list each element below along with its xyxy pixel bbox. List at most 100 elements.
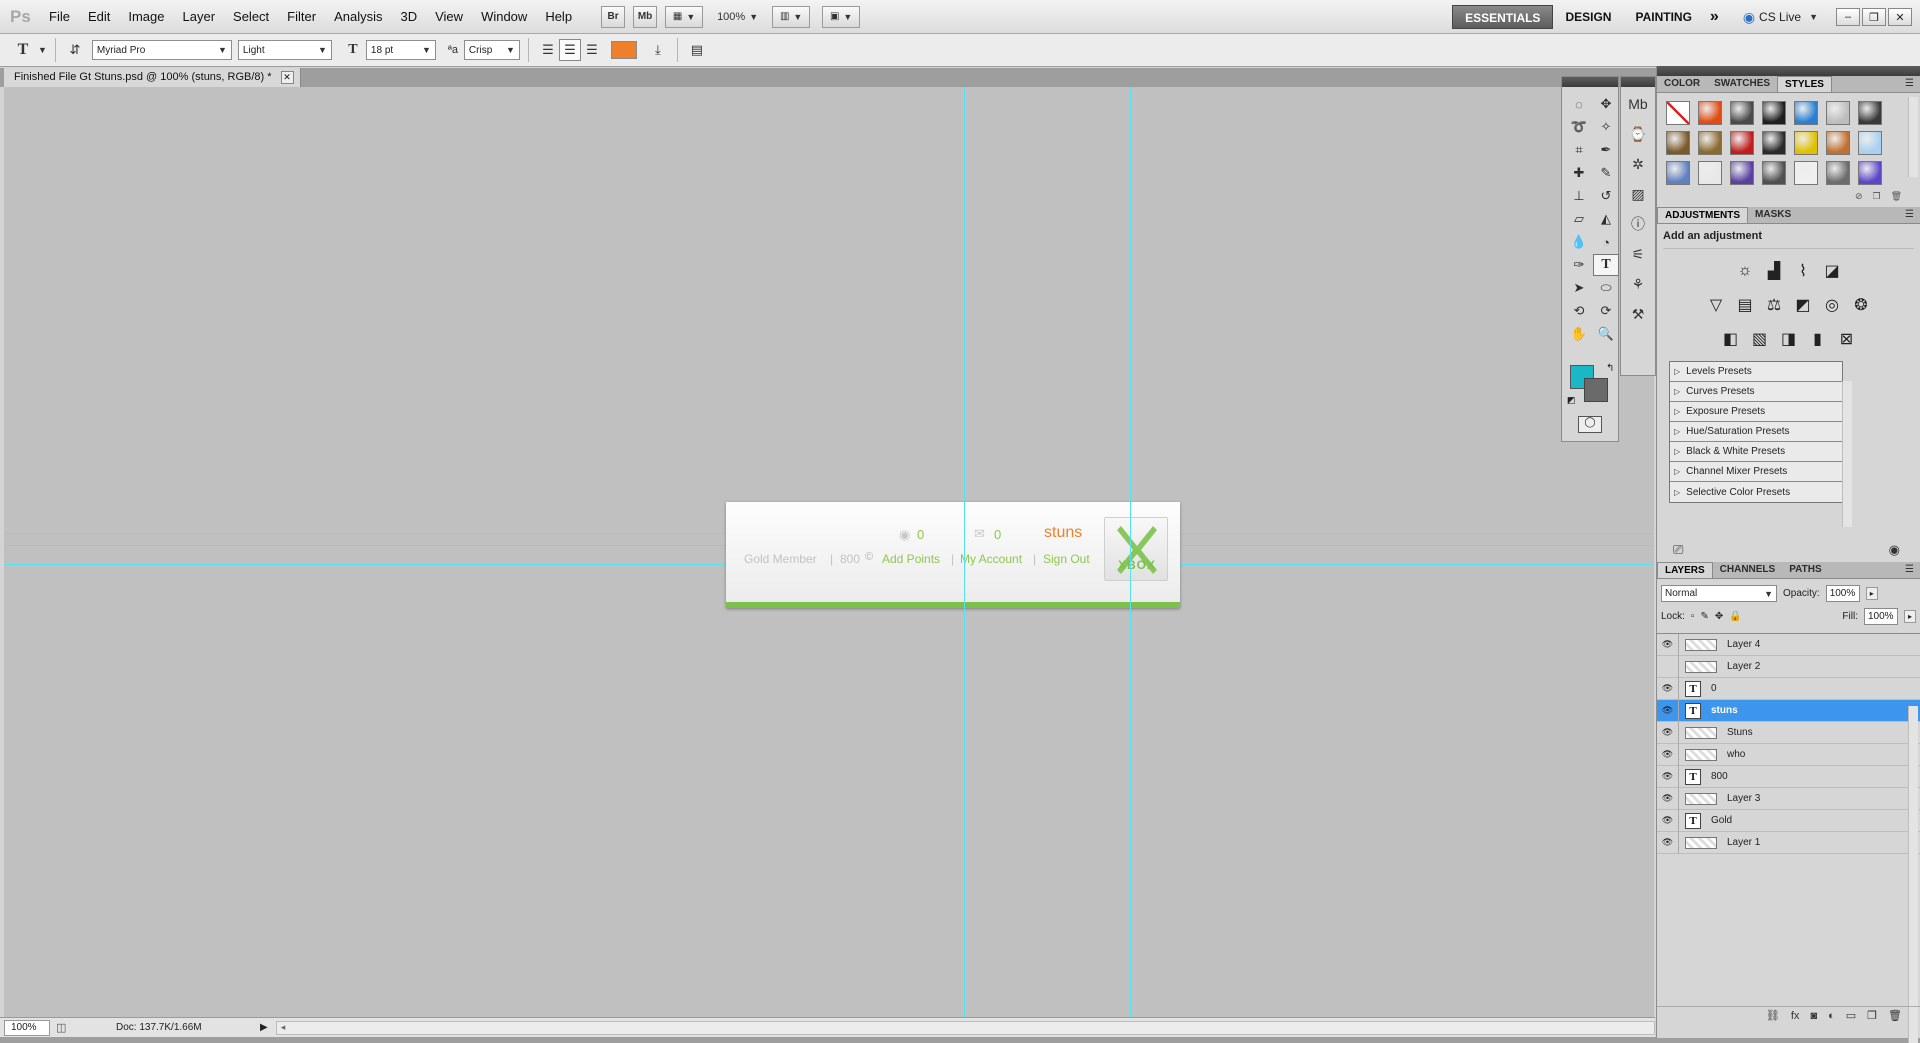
- clip-to-layer-icon[interactable]: ⎚: [1673, 542, 1683, 558]
- posterize-icon[interactable]: ▧: [1748, 327, 1772, 351]
- tab-color[interactable]: COLOR: [1657, 76, 1707, 92]
- view-previous-state-icon[interactable]: ◉: [1889, 542, 1900, 558]
- style-swatch[interactable]: [1730, 161, 1754, 185]
- style-swatch[interactable]: [1698, 101, 1722, 125]
- tool-presets-icon[interactable]: ⚒: [1622, 301, 1654, 327]
- brush-tool-icon[interactable]: ✎: [1593, 162, 1619, 184]
- eraser-tool-icon[interactable]: ▱: [1566, 208, 1592, 230]
- delete-layer-icon[interactable]: 🗑: [1888, 1009, 1902, 1022]
- shape-tool-icon[interactable]: ⬭: [1593, 277, 1619, 299]
- 3d-rotate-tool-icon[interactable]: ⟲: [1566, 300, 1592, 322]
- preset-black-white[interactable]: ▷ Black & White Presets: [1670, 442, 1842, 462]
- curves-icon[interactable]: ⌇: [1791, 259, 1815, 283]
- layer-row[interactable]: 👁 who: [1657, 743, 1920, 766]
- tab-paths[interactable]: PATHS: [1782, 562, 1828, 578]
- swap-colors-icon[interactable]: ↰: [1606, 363, 1614, 374]
- style-swatch[interactable]: [1666, 161, 1690, 185]
- magic-wand-tool-icon[interactable]: ✧: [1593, 116, 1619, 138]
- panel-menu-icon[interactable]: ☰: [1905, 209, 1914, 220]
- healing-brush-tool-icon[interactable]: ✚: [1566, 162, 1592, 184]
- marquee-tool-icon[interactable]: ◌: [1566, 93, 1592, 115]
- menu-analysis[interactable]: Analysis: [325, 0, 391, 34]
- preset-curves[interactable]: ▷ Curves Presets: [1670, 382, 1842, 402]
- selective-color-icon[interactable]: ⊠: [1835, 327, 1859, 351]
- layer-name[interactable]: Layer 2: [1727, 661, 1760, 672]
- levels-icon[interactable]: ▟: [1762, 259, 1786, 283]
- more-workspaces-button[interactable]: »: [1704, 5, 1725, 29]
- link-layers-icon[interactable]: ⛓: [1766, 1009, 1780, 1022]
- opacity-field[interactable]: 100%: [1825, 585, 1860, 602]
- path-selection-tool-icon[interactable]: ➤: [1566, 277, 1592, 299]
- panel-strip-header[interactable]: [1621, 77, 1655, 87]
- horizontal-scrollbar[interactable]: ◂: [275, 1020, 1655, 1035]
- layer-name[interactable]: Layer 4: [1727, 639, 1760, 650]
- preset-hue-saturation[interactable]: ▷ Hue/Saturation Presets: [1670, 422, 1842, 442]
- menu-3d[interactable]: 3D: [391, 0, 426, 34]
- tools-panel-header[interactable]: [1562, 77, 1618, 87]
- bridge-button[interactable]: Br: [601, 5, 626, 28]
- navigator-icon[interactable]: ✲: [1622, 151, 1654, 177]
- font-size-select[interactable]: 18 pt ▼: [365, 40, 436, 60]
- font-family-select[interactable]: Myriad Pro ▼: [91, 40, 232, 60]
- style-swatch[interactable]: [1794, 131, 1818, 155]
- workspace-design[interactable]: DESIGN: [1553, 5, 1623, 29]
- invert-icon[interactable]: ◧: [1719, 327, 1743, 351]
- toggle-text-orientation-icon[interactable]: ⇵: [64, 39, 86, 61]
- xbox-header-artwork[interactable]: ◉ 0 ✉ 0 stuns Gold Member | 800 © Add Po…: [726, 502, 1180, 608]
- blur-tool-icon[interactable]: 💧: [1566, 231, 1592, 253]
- type-tool-icon[interactable]: T: [1593, 254, 1619, 276]
- new-style-icon[interactable]: ❐: [1872, 191, 1880, 205]
- panel-menu-icon[interactable]: ☰: [1905, 78, 1914, 89]
- history-icon[interactable]: ⌚: [1622, 121, 1654, 147]
- layer-name[interactable]: Gold: [1711, 815, 1732, 826]
- layer-row[interactable]: 👁 Stuns: [1657, 721, 1920, 744]
- histogram-icon[interactable]: ▨: [1622, 181, 1654, 207]
- close-button[interactable]: ✕: [1888, 8, 1912, 26]
- zoom-tool-icon[interactable]: 🔍: [1593, 323, 1619, 345]
- workspace-essentials[interactable]: ESSENTIALS: [1452, 5, 1554, 29]
- menu-edit[interactable]: Edit: [79, 0, 119, 34]
- clone-source-icon[interactable]: ⚘: [1622, 271, 1654, 297]
- clone-stamp-tool-icon[interactable]: ⊥: [1566, 185, 1592, 207]
- lock-position-icon[interactable]: ✥: [1715, 611, 1723, 622]
- restore-button[interactable]: ❐: [1862, 8, 1886, 26]
- cs-live-button[interactable]: ◉ CS Live ▼: [1743, 9, 1818, 26]
- tab-swatches[interactable]: SWATCHES: [1707, 76, 1777, 92]
- canvas-area[interactable]: ◉ 0 ✉ 0 stuns Gold Member | 800 © Add Po…: [4, 87, 1654, 1017]
- style-swatch[interactable]: [1666, 131, 1690, 155]
- document-tab[interactable]: Finished File Gt Stuns.psd @ 100% (stuns…: [4, 68, 301, 87]
- layer-row[interactable]: 👁 T 0: [1657, 677, 1920, 700]
- fill-slider-arrow-icon[interactable]: ▸: [1903, 610, 1916, 623]
- character-panel-icon[interactable]: ▤: [686, 39, 708, 61]
- mini-bridge-button[interactable]: Mb: [633, 5, 658, 28]
- layer-name[interactable]: 800: [1711, 771, 1728, 782]
- layer-name[interactable]: who: [1727, 749, 1745, 760]
- fill-field[interactable]: 100%: [1863, 608, 1898, 625]
- menu-layer[interactable]: Layer: [174, 0, 225, 34]
- visibility-eye-icon[interactable]: 👁: [1657, 787, 1679, 810]
- channel-mixer-icon[interactable]: ❂: [1849, 293, 1873, 317]
- menu-view[interactable]: View: [426, 0, 472, 34]
- text-color-swatch[interactable]: [610, 41, 637, 59]
- arrange-documents-button[interactable]: ▥ ▼: [772, 5, 811, 28]
- dock-header[interactable]: [1657, 66, 1920, 76]
- layer-style-icon[interactable]: fx: [1791, 1010, 1800, 1022]
- lock-transparency-icon[interactable]: ▫: [1691, 611, 1695, 622]
- opacity-slider-arrow-icon[interactable]: ▸: [1865, 587, 1878, 600]
- layer-row[interactable]: 👁 Layer 4: [1657, 633, 1920, 656]
- quick-mask-button[interactable]: ◯: [1578, 416, 1602, 433]
- minimize-button[interactable]: –: [1836, 8, 1860, 26]
- zoom-field[interactable]: 100%: [4, 1019, 50, 1036]
- hand-tool-icon[interactable]: ✋: [1566, 323, 1592, 345]
- 3d-orbit-tool-icon[interactable]: ⟳: [1593, 300, 1619, 322]
- threshold-icon[interactable]: ◨: [1777, 327, 1801, 351]
- visibility-eye-icon[interactable]: 👁: [1657, 633, 1679, 656]
- font-style-select[interactable]: Light ▼: [237, 40, 332, 60]
- black-white-icon[interactable]: ◩: [1791, 293, 1815, 317]
- color-balance-icon[interactable]: ⚖: [1762, 293, 1786, 317]
- type-tool-preset-icon[interactable]: T: [12, 39, 34, 61]
- eyedropper-tool-icon[interactable]: ✒: [1593, 139, 1619, 161]
- layer-row[interactable]: 👁 T Gold: [1657, 809, 1920, 832]
- tab-masks[interactable]: MASKS: [1748, 207, 1798, 223]
- preset-levels[interactable]: ▷ Levels Presets: [1670, 362, 1842, 382]
